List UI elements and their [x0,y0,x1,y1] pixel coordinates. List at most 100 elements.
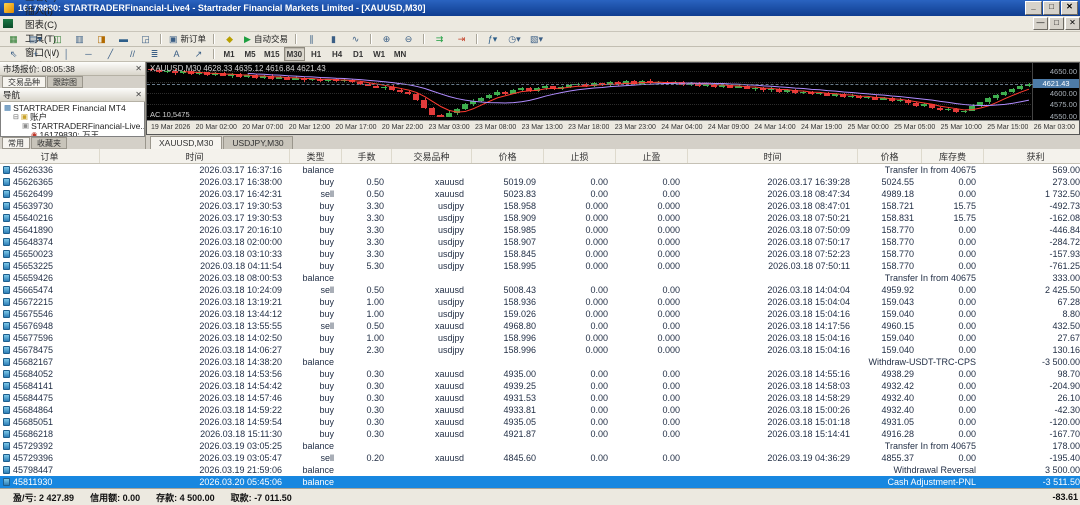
column-header-swap[interactable]: 库存费 [922,149,984,163]
column-header-sl[interactable]: 止损 [544,149,616,163]
nav-tab--[interactable]: 收藏夹 [31,137,67,149]
crosshair-tool[interactable]: + [25,47,46,61]
navigator-item[interactable]: ▦ STARTRADER Financial MT4 [1,103,144,112]
chart-shift[interactable]: ⇥ [451,32,472,46]
profiles[interactable]: ▤▾ [25,32,46,46]
column-header-symbol[interactable]: 交易品种 [392,149,472,163]
cell-close-price: 5024.55 [881,177,914,187]
indicators[interactable]: ƒ▾ [482,32,503,46]
history-row-45729392[interactable]: 45729392 2026.03.19 03:05:25 balance Transf… [0,440,1080,452]
templates[interactable]: ▧▾ [526,32,547,46]
strategy-tester[interactable]: ◲ [135,32,156,46]
bar-chart-mode[interactable]: ∥ [301,32,322,46]
child-close-button[interactable]: ✕ [1065,17,1080,30]
mw-tab--[interactable]: 跟踪图 [47,76,83,88]
market-watch-toggle[interactable]: ◫ [47,32,68,46]
close-icon[interactable]: ✕ [135,90,142,99]
history-row-45641890[interactable]: 45641890 2026.03.17 20:16:10 buy 3.30 usdjpy… [0,224,1080,236]
auto-trading-button[interactable]: ▶ 自动交易 [241,32,291,46]
vertical-line-tool[interactable]: │ [56,47,77,61]
history-row-45729396[interactable]: 45729396 2026.03.19 03:05:47 sell 0.20 xauus… [0,452,1080,464]
column-header-open_time[interactable]: 时间 [100,149,290,163]
history-row-45685051[interactable]: 45685051 2026.03.18 14:59:54 buy 0.30 xauusd… [0,416,1080,428]
candlestick-mode[interactable]: ▮ [323,32,344,46]
history-row-45684141[interactable]: 45684141 2026.03.18 14:54:42 buy 0.30 xauusd… [0,380,1080,392]
history-row-45659426[interactable]: 45659426 2026.03.18 08:00:53 balance Transf… [0,272,1080,284]
maximize-button[interactable]: □ [1043,1,1060,15]
history-row-45650023[interactable]: 45650023 2026.03.18 03:10:33 buy 3.30 usdjpy… [0,248,1080,260]
horizontal-line-tool[interactable]: ─ [78,47,99,61]
history-row-45682167[interactable]: 45682167 2026.03.18 14:38:20 balance Withdr… [0,356,1080,368]
minimize-button[interactable]: _ [1025,1,1042,15]
column-header-lots[interactable]: 手数 [342,149,392,163]
column-header-order[interactable]: 订单 [0,149,100,163]
history-row-45811930[interactable]: 45811930 2026.03.20 05:45:06 balance Cash A… [0,476,1080,488]
history-row-45677596[interactable]: 45677596 2026.03.18 14:02:50 buy 1.00 usdjpy… [0,332,1080,344]
timeframe-m30[interactable]: M30 [283,47,306,61]
history-row-45684864[interactable]: 45684864 2026.03.18 14:59:22 buy 0.30 xauusd… [0,404,1080,416]
history-row-45626499[interactable]: 45626499 2026.03.17 16:42:31 sell 0.50 xauus… [0,188,1080,200]
fibonacci-tool[interactable]: ≣ [144,47,165,61]
menu-图表C[interactable]: 图表(C) [17,17,67,31]
periods-dropdown[interactable]: ◷▾ [504,32,525,46]
column-header-close_time[interactable]: 时间 [688,149,858,163]
history-row-45684052[interactable]: 45684052 2026.03.18 14:53:56 buy 0.30 xauusd… [0,368,1080,380]
trendline-tool[interactable]: ╱ [100,47,121,61]
column-header-close_price[interactable]: 价格 [858,149,922,163]
new-order-button[interactable]: ▣ 新订单 [166,32,209,46]
new-chart[interactable]: ▦ [3,32,24,46]
timeframe-h4[interactable]: H4 [327,47,347,61]
line-chart-mode[interactable]: ∿ [345,32,366,46]
column-header-open_price[interactable]: 价格 [472,149,544,163]
history-row-45675546[interactable]: 45675546 2026.03.18 13:44:12 buy 1.00 usdjpy… [0,308,1080,320]
history-row-45626336[interactable]: 45626336 2026.03.17 16:37:16 balance Transf… [0,164,1080,176]
timeframe-m5[interactable]: M5 [240,47,260,61]
mw-tab--[interactable]: 交易品种 [2,76,46,88]
close-button[interactable]: ✕ [1061,1,1078,15]
zoom-in[interactable]: ⊕ [376,32,397,46]
nav-tab--[interactable]: 常用 [2,137,30,149]
history-row-45684475[interactable]: 45684475 2026.03.18 14:57:46 buy 0.30 xauusd… [0,392,1080,404]
history-row-45678475[interactable]: 45678475 2026.03.18 14:06:27 buy 2.30 usdjpy… [0,344,1080,356]
terminal-toggle[interactable]: ▬ [113,32,134,46]
child-minimize-button[interactable]: — [1033,17,1048,30]
history-row-45672215[interactable]: 45672215 2026.03.18 13:19:21 buy 1.00 usdjpy… [0,296,1080,308]
history-row-45653225[interactable]: 45653225 2026.03.18 04:11:54 buy 5.30 usdjpy… [0,260,1080,272]
timeframe-m1[interactable]: M1 [219,47,239,61]
history-row-45648374[interactable]: 45648374 2026.03.18 02:00:00 buy 3.30 usdjpy… [0,236,1080,248]
column-header-type[interactable]: 类型 [290,149,342,163]
channel-tool[interactable]: // [122,47,143,61]
menu-插入I[interactable]: 插入(I) [17,3,67,17]
close-icon[interactable]: ✕ [135,64,142,73]
history-row-45676948[interactable]: 45676948 2026.03.18 13:55:55 sell 0.50 xauus… [0,320,1080,332]
auto-scroll[interactable]: ⇉ [429,32,450,46]
navigator-item[interactable]: ◉ 16179830: 万王 [1,130,144,136]
history-row-45639730[interactable]: 45639730 2026.03.17 19:30:53 buy 3.30 usdjpy… [0,200,1080,212]
timeframe-d1[interactable]: D1 [348,47,368,61]
timeframe-m15[interactable]: M15 [261,47,283,61]
history-row-45665474[interactable]: 45665474 2026.03.18 10:24:09 sell 0.50 xauus… [0,284,1080,296]
zoom-out[interactable]: ⊖ [398,32,419,46]
timeframe-w1[interactable]: W1 [369,47,389,61]
column-header-profit[interactable]: 获利 [984,149,1080,163]
chart-tab-xauusd-m30[interactable]: XAUUSD,M30 [150,136,223,149]
tree-expander-icon[interactable]: ⊟ [13,113,19,121]
arrows-tool[interactable]: ↗ [188,47,209,61]
navigator-toggle[interactable]: ◨ [91,32,112,46]
timeframe-h1[interactable]: H1 [306,47,326,61]
timeframe-mn[interactable]: MN [390,47,410,61]
price-chart[interactable]: XAUUSD,M30 4628.33 4635.12 4616.84 4621.… [146,62,1080,135]
text-tool[interactable]: A [166,47,187,61]
column-header-tp[interactable]: 止盈 [616,149,688,163]
metaeditor[interactable]: ◆ [219,32,240,46]
history-row-45640216[interactable]: 45640216 2026.03.17 19:30:53 buy 3.30 usdjpy… [0,212,1080,224]
navigator-item[interactable]: ⊟ ▣ 账户 [1,112,144,121]
chart-tab-usdjpy-m30[interactable]: USDJPY,M30 [223,136,293,149]
data-window[interactable]: ▥ [69,32,90,46]
cursor-tool[interactable]: ⇖ [3,47,24,61]
navigator-item[interactable]: ▣ STARTRADERFinancial-Live... [1,121,144,130]
child-restore-button[interactable]: □ [1049,17,1064,30]
history-row-45626365[interactable]: 45626365 2026.03.17 16:38:00 buy 0.50 xauusd… [0,176,1080,188]
history-row-45798447[interactable]: 45798447 2026.03.19 21:59:06 balance Withdr… [0,464,1080,476]
history-row-45686218[interactable]: 45686218 2026.03.18 15:11:30 buy 0.30 xauusd… [0,428,1080,440]
